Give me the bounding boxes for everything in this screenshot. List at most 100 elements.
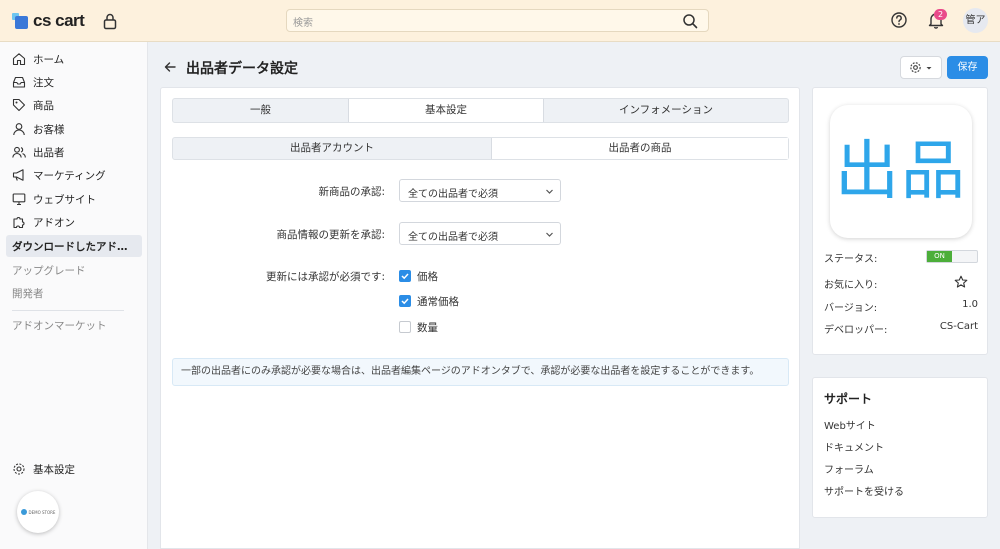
gear-icon xyxy=(13,463,25,475)
sidebar-item-downloaded-addons[interactable]: ダウンロードしたアド… xyxy=(6,235,142,257)
settings-dropdown-button[interactable] xyxy=(900,56,942,79)
demo-store-badge[interactable]: DEMO STORE xyxy=(17,491,59,533)
new-product-approval-label: 新商品の承認: xyxy=(318,186,385,198)
sidebar-item-label: 開発者 xyxy=(12,287,44,300)
sidebar-item-addons[interactable]: アドオン xyxy=(6,211,142,233)
puzzle-icon xyxy=(13,217,25,229)
logo-text: cs cart xyxy=(33,11,85,30)
new-product-approval-select[interactable]: 全ての出品者で必須 xyxy=(399,179,561,202)
sidebar-item-developers[interactable]: 開発者 xyxy=(6,282,142,304)
check-icon xyxy=(401,273,409,280)
page-title: 出品者データ設定 xyxy=(186,61,298,77)
select-value: 全ての出品者で必須 xyxy=(408,232,498,243)
sidebar-item-upgrade[interactable]: アップグレード xyxy=(6,259,142,281)
checkbox-label: 価格 xyxy=(417,270,438,283)
favorite-row: お気に入り: xyxy=(824,275,978,291)
required-fields-label: 更新には承認が必須です: xyxy=(265,271,385,283)
star-icon[interactable] xyxy=(954,275,968,289)
support-card: サポート Webサイト ドキュメント フォーラム サポートを受ける xyxy=(812,377,988,518)
home-icon xyxy=(12,53,26,66)
users-icon xyxy=(12,146,26,158)
sidebar-item-label: 基本設定 xyxy=(33,463,75,476)
quantity-checkbox[interactable] xyxy=(399,321,411,333)
tab-general[interactable]: 一般 xyxy=(173,99,348,122)
sidebar: ホーム 注文 商品 お客様 出品者 マーケティング ウェブサイト アドオン ダウ… xyxy=(0,42,148,549)
status-toggle[interactable]: ON xyxy=(926,250,978,263)
caret-down-icon xyxy=(926,66,932,69)
support-link-forum[interactable]: フォーラム xyxy=(824,461,874,476)
top-bar: cs cart 検索 2 管ア xyxy=(0,0,1000,42)
sidebar-item-products[interactable]: 商品 xyxy=(6,94,142,116)
sidebar-item-addon-market[interactable]: アドオンマーケット xyxy=(6,314,142,336)
sidebar-item-label: ダウンロードしたアド… xyxy=(12,240,128,253)
developer-value: CS-Cart xyxy=(939,321,978,332)
sidebar-item-label: アドオン xyxy=(33,216,75,229)
toggle-on-label: ON xyxy=(927,251,952,262)
support-link-get-support[interactable]: サポートを受ける xyxy=(824,483,904,498)
checkbox-row-price[interactable]: 価格 xyxy=(399,269,438,283)
status-row: ステータス: ON xyxy=(824,250,978,265)
help-icon[interactable] xyxy=(890,11,908,29)
subtab-vendor-account[interactable]: 出品者アカウント xyxy=(173,138,491,159)
notification-badge: 2 xyxy=(934,9,947,20)
update-approval-select[interactable]: 全ての出品者で必須 xyxy=(399,222,561,245)
chevron-down-icon xyxy=(546,189,553,194)
sidebar-item-website[interactable]: ウェブサイト xyxy=(6,188,142,210)
back-arrow-icon[interactable] xyxy=(163,60,177,74)
addon-image: 出品 xyxy=(830,105,972,238)
sidebar-item-label: 出品者 xyxy=(33,146,65,159)
search-icon[interactable] xyxy=(682,13,698,29)
tabs: 一般 基本設定 インフォメーション xyxy=(172,98,789,123)
addon-image-text: 出品 xyxy=(835,134,967,209)
developer-row: デベロッパー: CS-Cart xyxy=(824,321,978,336)
sidebar-item-orders[interactable]: 注文 xyxy=(6,71,142,93)
version-row: バージョン: 1.0 xyxy=(824,299,978,314)
support-link-website[interactable]: Webサイト xyxy=(824,417,876,432)
lock-icon[interactable] xyxy=(102,12,118,30)
version-value: 1.0 xyxy=(962,299,978,310)
inbox-icon xyxy=(12,76,26,88)
sidebar-item-marketing[interactable]: マーケティング xyxy=(6,164,142,186)
support-title: サポート xyxy=(824,392,873,406)
checkbox-row-list-price[interactable]: 通常価格 xyxy=(399,294,459,308)
sidebar-item-label: アドオンマーケット xyxy=(12,319,107,332)
sidebar-item-home[interactable]: ホーム xyxy=(6,48,142,70)
subtab-vendor-products[interactable]: 出品者の商品 xyxy=(491,138,788,159)
logo-mark-icon xyxy=(12,13,28,29)
sidebar-item-vendors[interactable]: 出品者 xyxy=(6,141,142,163)
addon-info-card: 出品 ステータス: ON お気に入り: バージョン: 1.0 デベロッパー: C… xyxy=(812,87,988,355)
developer-label: デベロッパー: xyxy=(824,325,888,336)
select-value: 全ての出品者で必須 xyxy=(408,189,498,200)
checkbox-row-quantity[interactable]: 数量 xyxy=(399,320,438,334)
tab-basic-settings[interactable]: 基本設定 xyxy=(348,99,544,122)
price-checkbox[interactable] xyxy=(399,270,411,282)
sidebar-item-label: ホーム xyxy=(33,53,65,66)
info-notice: 一部の出品者にのみ承認が必要な場合は、出品者編集ページのアドオンタブで、承認が必… xyxy=(172,358,789,386)
list-price-checkbox[interactable] xyxy=(399,295,411,307)
subtabs: 出品者アカウント 出品者の商品 xyxy=(172,137,789,160)
support-link-docs[interactable]: ドキュメント xyxy=(824,439,884,454)
tab-information[interactable]: インフォメーション xyxy=(544,99,788,122)
search-input[interactable]: 検索 xyxy=(286,9,709,32)
save-button[interactable]: 保存 xyxy=(947,56,988,79)
sidebar-item-label: アップグレード xyxy=(12,264,86,277)
sidebar-item-label: ウェブサイト xyxy=(33,193,96,206)
sidebar-item-label: マーケティング xyxy=(33,169,106,182)
sidebar-item-label: お客様 xyxy=(33,123,65,136)
status-label: ステータス: xyxy=(824,254,878,265)
checkbox-label: 数量 xyxy=(417,321,438,334)
gear-icon xyxy=(910,62,921,73)
avatar[interactable]: 管ア xyxy=(963,8,988,33)
logo[interactable]: cs cart xyxy=(12,11,85,31)
chevron-down-icon xyxy=(546,232,553,237)
demo-badge-text: DEMO STORE xyxy=(28,509,56,515)
check-icon xyxy=(401,298,409,305)
update-approval-label: 商品情報の更新を承認: xyxy=(276,229,385,241)
sidebar-divider xyxy=(12,310,124,311)
sidebar-item-customers[interactable]: お客様 xyxy=(6,118,142,140)
sidebar-item-settings[interactable]: 基本設定 xyxy=(6,458,142,480)
tag-icon xyxy=(12,98,26,112)
monitor-icon xyxy=(12,193,26,206)
sidebar-item-label: 注文 xyxy=(33,76,54,89)
favorite-label: お気に入り: xyxy=(824,280,878,291)
